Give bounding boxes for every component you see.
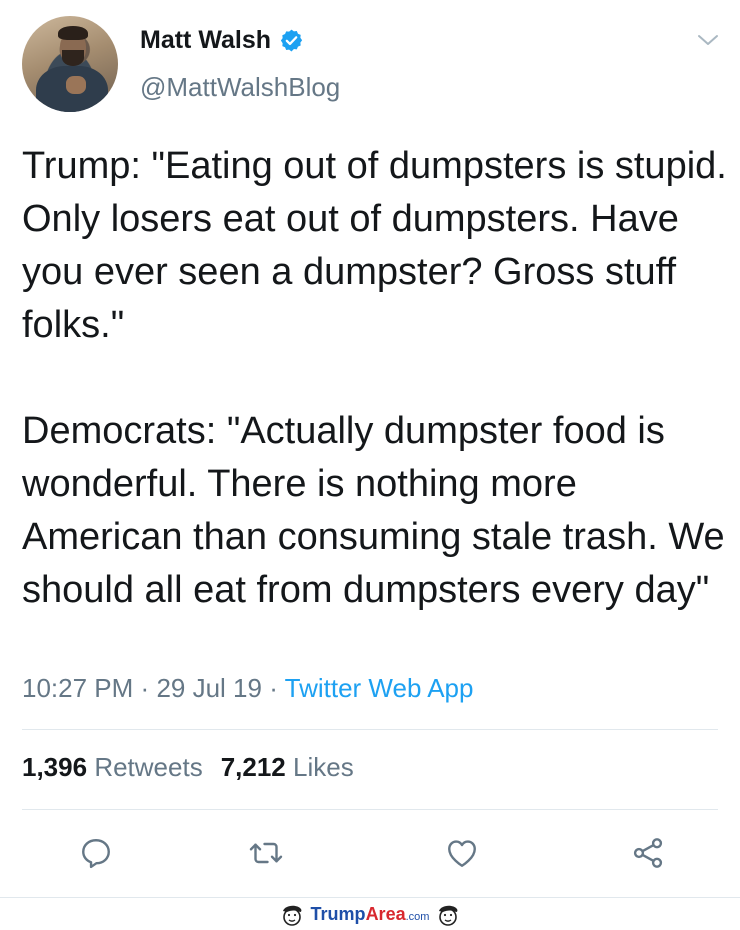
brand-part1: Trump — [310, 904, 366, 924]
reply-icon — [82, 839, 110, 869]
chevron-down-icon[interactable] — [696, 30, 720, 50]
divider — [22, 809, 718, 810]
tweet-meta: 10:27 PM · 29 Jul 19 · Twitter Web App — [22, 673, 473, 704]
share-icon — [633, 838, 663, 868]
share-button[interactable] — [628, 833, 668, 873]
retweet-button[interactable] — [246, 833, 286, 873]
retweets-count: 1,396 — [22, 752, 88, 782]
divider — [22, 729, 718, 730]
author-handle[interactable]: @MattWalshBlog — [140, 72, 340, 103]
tweet-paragraph: Democrats: "Actually dumpster food is wo… — [22, 410, 725, 611]
tweet-text: Trump: "Eating out of dumpsters is stupi… — [22, 140, 727, 617]
tweet-stats: 1,396 Retweets 7,212 Likes — [22, 752, 354, 783]
brand-part3: .com — [405, 911, 430, 923]
reply-button[interactable] — [76, 833, 116, 873]
retweets-label: Retweets — [94, 752, 203, 782]
heart-icon — [448, 840, 476, 867]
tweet-time[interactable]: 10:27 PM — [22, 673, 133, 703]
retweets-stat[interactable]: 1,396 Retweets — [22, 752, 203, 782]
likes-label: Likes — [293, 752, 354, 782]
verified-badge-icon — [280, 29, 303, 52]
likes-stat[interactable]: 7,212 Likes — [221, 752, 354, 782]
author-display-name[interactable]: Matt Walsh — [140, 26, 271, 55]
meta-separator: · — [269, 673, 278, 703]
watermark-bar: TrumpArea.com — [0, 899, 740, 930]
likes-count: 7,212 — [220, 752, 286, 782]
watermark-brand: TrumpArea.com — [311, 904, 430, 925]
trump-face-icon — [439, 905, 458, 926]
action-bar — [0, 833, 740, 877]
like-button[interactable] — [442, 833, 482, 873]
tweet-source[interactable]: Twitter Web App — [285, 673, 474, 703]
tweet-card: Matt Walsh @MattWalshBlog Trump: "Eating… — [0, 0, 740, 895]
trump-face-icon — [282, 905, 301, 926]
tweet-date[interactable]: 29 Jul 19 — [156, 673, 262, 703]
footer-divider — [0, 897, 740, 898]
author-name-row: Matt Walsh — [140, 26, 304, 55]
brand-part2: Area — [365, 904, 406, 924]
meta-separator: · — [140, 673, 150, 703]
retweet-icon — [249, 842, 283, 864]
avatar[interactable] — [22, 16, 118, 112]
tweet-paragraph: Trump: "Eating out of dumpsters is stupi… — [22, 145, 727, 346]
